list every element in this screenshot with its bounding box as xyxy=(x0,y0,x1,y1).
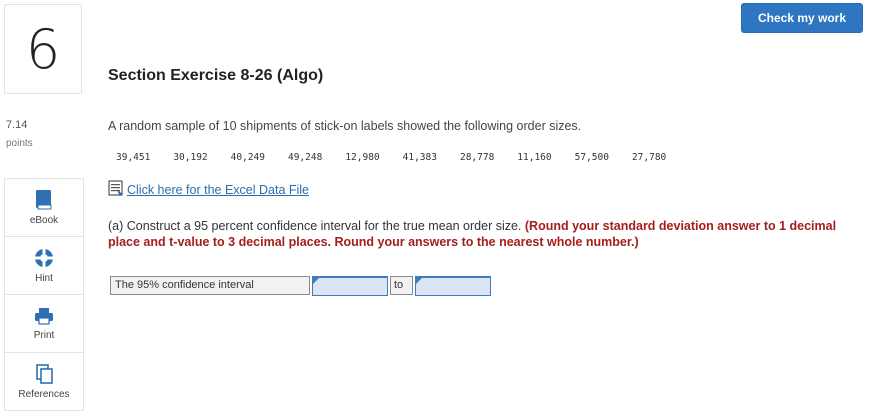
references-label: References xyxy=(18,389,70,400)
points-value: 7.14 xyxy=(6,119,28,131)
data-value: 30,192 xyxy=(173,152,208,163)
excel-link-text: Click here for the Excel Data File xyxy=(127,182,310,197)
print-label: Print xyxy=(33,330,55,341)
hint-button[interactable]: Hint xyxy=(5,237,83,295)
order-sizes-data: 39,451 30,192 40,249 49,248 12,980 41,38… xyxy=(116,152,689,163)
check-my-work-button[interactable]: Check my work xyxy=(741,3,863,33)
ci-upper-input[interactable] xyxy=(415,276,491,296)
tools-panel: eBook Hint Print References xyxy=(4,178,84,411)
data-value: 27,780 xyxy=(631,152,667,163)
data-value: 40,249 xyxy=(230,152,265,163)
references-button[interactable]: References xyxy=(5,353,83,410)
printer-icon xyxy=(33,306,55,326)
data-value: 39,451 xyxy=(116,152,151,163)
excel-data-file-link[interactable]: Click here for the Excel Data File xyxy=(108,180,309,199)
data-value: 11,160 xyxy=(517,152,552,163)
data-value: 57,500 xyxy=(574,152,609,163)
ci-lower-input[interactable] xyxy=(312,276,388,296)
print-button[interactable]: Print xyxy=(5,295,83,353)
data-value: 12,980 xyxy=(345,152,380,163)
hint-label: Hint xyxy=(35,273,53,284)
lifebuoy-icon xyxy=(33,247,55,269)
spreadsheet-icon xyxy=(108,180,124,199)
part-a-question: (a) Construct a 95 percent confidence in… xyxy=(108,218,868,250)
question-number: 6 xyxy=(25,17,61,81)
confidence-interval-row: The 95% confidence interval to xyxy=(110,276,491,296)
ebook-button[interactable]: eBook xyxy=(5,179,83,237)
ci-label: The 95% confidence interval xyxy=(110,276,310,295)
book-icon xyxy=(34,189,54,211)
section-title: Section Exercise 8-26 (Algo) xyxy=(108,67,324,84)
question-prompt: A random sample of 10 shipments of stick… xyxy=(108,119,582,133)
question-number-box: 6 xyxy=(4,4,82,94)
data-value: 28,778 xyxy=(459,152,495,163)
points-label: points xyxy=(6,138,33,149)
documents-icon xyxy=(34,363,54,385)
data-value: 41,383 xyxy=(402,152,437,163)
ebook-label: eBook xyxy=(29,215,59,226)
part-a-text: (a) Construct a 95 percent confidence in… xyxy=(108,219,522,233)
ci-separator: to xyxy=(390,276,413,295)
data-value: 49,248 xyxy=(287,152,323,163)
